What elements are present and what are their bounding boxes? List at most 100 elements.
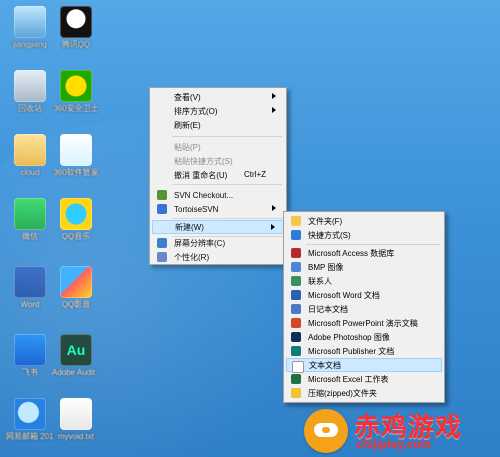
submenu-item-folder[interactable]: 文件夹(F) [286, 214, 442, 228]
menu-separator [172, 136, 282, 137]
desktop-icon-label: jiangjiang [13, 40, 47, 49]
menu-item-undo-rename[interactable]: 撤消 重命名(U) Ctrl+Z [152, 168, 284, 182]
submenu-item-label: 文件夹(F) [308, 216, 343, 226]
submenu-item-zip-folder[interactable]: 压缩(zipped)文件夹 [286, 386, 442, 400]
word-icon [291, 290, 301, 300]
menu-item-label: 排序方式(O) [174, 106, 218, 116]
chevron-right-icon [272, 205, 276, 211]
desktop-icon-360-soft[interactable]: 360软件管家 [52, 134, 100, 178]
submenu-item-label: 日记本文档 [308, 304, 348, 314]
submenu-item-label: Adobe Photoshop 图像 [308, 332, 390, 342]
submenu-item-shortcut[interactable]: 快捷方式(S) [286, 228, 442, 242]
music-icon [60, 198, 92, 230]
desktop-icon-label: 网易邮箱 2014 [6, 432, 54, 441]
chevron-right-icon [272, 107, 276, 113]
computer-icon [14, 6, 46, 38]
watermark-domain: chijiplay.com [356, 437, 432, 451]
menu-item-label: 个性化(R) [174, 252, 210, 262]
photoshop-icon [291, 332, 301, 342]
menu-item-sort[interactable]: 排序方式(O) [152, 104, 284, 118]
submenu-item-journal[interactable]: 日记本文档 [286, 302, 442, 316]
submenu-item-powerpoint[interactable]: Microsoft PowerPoint 演示文稿 [286, 316, 442, 330]
desktop-icon-file[interactable]: myvoid.txt [52, 398, 100, 442]
submenu-item-publisher[interactable]: Microsoft Publisher 文档 [286, 344, 442, 358]
desktop-icon-label: cloud [20, 168, 40, 177]
submenu-item-label: BMP 图像 [308, 262, 344, 272]
desktop-icon-folder[interactable]: cloud [6, 134, 54, 178]
desktop-icon-360-guard[interactable]: 360安全卫士 [52, 70, 100, 114]
folder-icon [14, 134, 46, 166]
menu-item-screen-resolution[interactable]: 屏幕分辨率(C) [152, 236, 284, 250]
menu-item-label: 查看(V) [174, 92, 201, 102]
submenu-item-photoshop[interactable]: Adobe Photoshop 图像 [286, 330, 442, 344]
menu-item-svn-checkout[interactable]: SVN Checkout... [152, 188, 284, 202]
image-icon [291, 262, 301, 272]
bird-icon [14, 334, 46, 366]
submenu-item-contact[interactable]: 联系人 [286, 274, 442, 288]
personalize-icon [157, 252, 167, 262]
desktop-icon-video[interactable]: QQ影音 [52, 266, 100, 310]
desktop-icon-recycle-bin[interactable]: 回收站 [6, 70, 54, 114]
submenu-item-bmp[interactable]: BMP 图像 [286, 260, 442, 274]
svn-icon [157, 190, 167, 200]
desktop-icon-label: 腾讯QQ [61, 40, 91, 49]
desktop-icon-bird[interactable]: 网易邮箱 2014 [6, 398, 54, 442]
app-store-icon [60, 134, 92, 166]
desktop-icon-label: 飞书 [22, 368, 38, 377]
menu-item-label: 新建(W) [175, 222, 204, 232]
menu-item-label: 刷新(E) [174, 120, 201, 130]
desktop-icon-adobe-audition[interactable]: Au Adobe Audit... [52, 334, 100, 378]
menu-item-personalize[interactable]: 个性化(R) [152, 250, 284, 264]
menu-item-new[interactable]: 新建(W) [152, 220, 284, 234]
watermark: 赤鸡游戏 chijiplay.com [304, 407, 494, 453]
menu-item-label: 撤消 重命名(U) [174, 170, 228, 180]
submenu-item-word[interactable]: Microsoft Word 文档 [286, 288, 442, 302]
menu-item-label: 粘贴快捷方式(S) [174, 156, 233, 166]
desktop-icon-label: 回收站 [18, 104, 42, 113]
excel-icon [291, 374, 301, 384]
desktop-icon-computer[interactable]: jiangjiang [6, 6, 54, 50]
desktop-icon-label: 360安全卫士 [53, 104, 99, 113]
menu-item-refresh[interactable]: 刷新(E) [152, 118, 284, 132]
text-document-icon [292, 361, 304, 373]
bird-icon [14, 398, 46, 430]
menu-item-paste-shortcut: 粘贴快捷方式(S) [152, 154, 284, 168]
menu-item-paste: 粘贴(P) [152, 140, 284, 154]
submenu-item-label: 快捷方式(S) [308, 230, 351, 240]
contact-icon [291, 276, 301, 286]
tortoisesvn-icon [157, 204, 167, 214]
menu-separator [172, 218, 282, 219]
menu-item-view[interactable]: 查看(V) [152, 90, 284, 104]
desktop-icon-label: Adobe Audit... [52, 368, 100, 377]
word-icon [14, 266, 46, 298]
desktop-icon-word[interactable]: Word [6, 266, 54, 310]
menu-item-tortoisesvn[interactable]: TortoiseSVN [152, 202, 284, 216]
menu-item-label: 粘贴(P) [174, 142, 201, 152]
adobe-audition-icon: Au [60, 334, 92, 366]
submenu-item-label: Microsoft Excel 工作表 [308, 374, 389, 384]
submenu-item-text-document[interactable]: 文本文档 [286, 358, 442, 373]
chevron-right-icon [271, 224, 275, 230]
desktop-icon-qq[interactable]: 腾讯QQ [52, 6, 100, 50]
submenu-item-access[interactable]: Microsoft Access 数据库 [286, 246, 442, 260]
desktop-icon-qq-music[interactable]: QQ音乐 [52, 198, 100, 242]
qq-icon [60, 6, 92, 38]
desktop-icon-label: Word [20, 300, 40, 309]
desktop-icon-label: QQ音乐 [61, 232, 91, 241]
submenu-item-label: Microsoft Word 文档 [308, 290, 380, 300]
folder-icon [291, 216, 301, 226]
access-icon [291, 248, 301, 258]
submenu-item-label: Microsoft PowerPoint 演示文稿 [308, 318, 418, 328]
desktop-icon-label: 微信 [22, 232, 38, 241]
desktop-icon-qq-fly[interactable]: 飞书 [6, 334, 54, 378]
new-submenu: 文件夹(F) 快捷方式(S) Microsoft Access 数据库 BMP … [283, 211, 445, 403]
menu-separator [306, 244, 440, 245]
publisher-icon [291, 346, 301, 356]
desktop-icon-wechat[interactable]: 微信 [6, 198, 54, 242]
submenu-item-excel[interactable]: Microsoft Excel 工作表 [286, 372, 442, 386]
shortcut-icon [291, 230, 301, 240]
video-icon [60, 266, 92, 298]
powerpoint-icon [291, 318, 301, 328]
file-icon [60, 398, 92, 430]
journal-icon [291, 304, 301, 314]
